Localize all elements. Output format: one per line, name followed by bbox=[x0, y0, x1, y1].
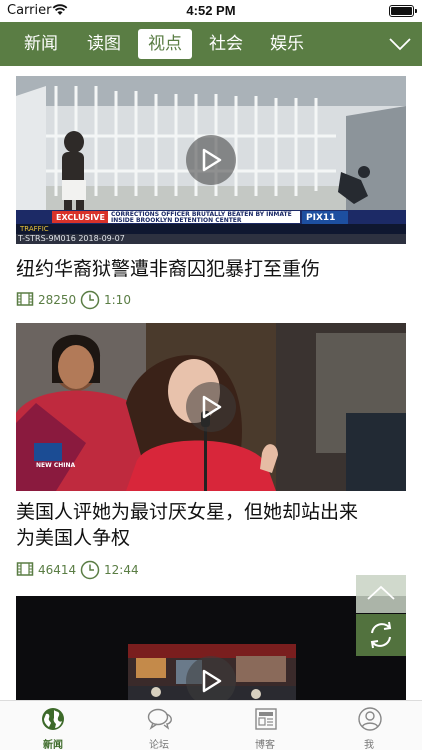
user-icon bbox=[358, 707, 382, 731]
play-icon bbox=[202, 395, 222, 419]
tab-bar-label: 新闻 bbox=[43, 740, 63, 750]
chevron-down-icon[interactable] bbox=[388, 34, 412, 54]
thumb-exclusive-label: EXCLUSIVE bbox=[56, 213, 105, 222]
tab-bar-label: 我 bbox=[364, 740, 374, 750]
tab-bar-label: 博客 bbox=[255, 740, 275, 750]
video-thumbnail[interactable]: EXCLUSIVE CORRECTIONS OFFICER BRUTALLY B… bbox=[16, 76, 406, 244]
tab-pictures[interactable]: 读图 bbox=[77, 29, 131, 59]
video-card[interactable]: NEW CHINA 美国人评她为最讨厌女星，但她却站出来 为美国人争权 4641… bbox=[16, 323, 406, 585]
thumb-channel-logo: PIX11 bbox=[306, 213, 336, 223]
refresh-button[interactable] bbox=[356, 614, 406, 656]
tab-society[interactable]: 社会 bbox=[199, 29, 253, 59]
video-meta: 28250 1:10 bbox=[16, 290, 176, 310]
tab-bar-blog[interactable]: 博客 bbox=[212, 701, 318, 750]
view-count: 46414 bbox=[38, 563, 77, 577]
status-time: 4:52 PM bbox=[186, 3, 236, 18]
thumb-timestamp: T-STRS-9M016 2018-09-07 bbox=[18, 234, 125, 243]
thumb-caption-line2: INSIDE BROOKLYN DETENTION CENTER bbox=[111, 217, 242, 224]
video-thumbnail[interactable] bbox=[16, 596, 406, 700]
clock-icon bbox=[80, 560, 100, 580]
play-button[interactable] bbox=[186, 382, 236, 432]
category-nav: 新闻 读图 视点 社会 娱乐 bbox=[0, 22, 422, 66]
tab-viewpoint[interactable]: 视点 bbox=[138, 29, 192, 59]
play-button[interactable] bbox=[186, 656, 236, 700]
refresh-icon bbox=[370, 621, 392, 649]
scroll-to-top-button[interactable] bbox=[356, 575, 406, 613]
battery-tip bbox=[415, 9, 417, 13]
video-meta: 46414 12:44 bbox=[16, 560, 176, 580]
globe-icon bbox=[42, 708, 64, 730]
play-icon bbox=[202, 148, 222, 172]
bottom-tab-bar: 新闻 论坛 博客 我 bbox=[0, 700, 422, 750]
video-duration: 1:10 bbox=[104, 293, 131, 307]
newspaper-icon bbox=[255, 708, 277, 730]
play-button[interactable] bbox=[186, 135, 236, 185]
video-card[interactable]: EXCLUSIVE CORRECTIONS OFFICER BRUTALLY B… bbox=[16, 76, 406, 312]
play-icon bbox=[202, 669, 222, 693]
film-icon bbox=[16, 292, 34, 306]
tab-bar-label: 论坛 bbox=[149, 740, 169, 750]
video-title[interactable]: 美国人评她为最讨厌女星，但她却站出来 为美国人争权 bbox=[16, 499, 406, 551]
video-card[interactable] bbox=[16, 596, 406, 700]
chat-bubbles-icon bbox=[147, 708, 172, 730]
battery-icon bbox=[389, 5, 414, 17]
video-title-line1: 美国人评她为最讨厌女星，但她却站出来 bbox=[16, 501, 359, 523]
tab-bar-me[interactable]: 我 bbox=[316, 701, 422, 750]
tab-news[interactable]: 新闻 bbox=[16, 29, 66, 59]
video-title-line2: 为美国人争权 bbox=[16, 527, 131, 549]
video-thumbnail[interactable]: NEW CHINA bbox=[16, 323, 406, 491]
thumb-channel-logo: NEW CHINA bbox=[36, 462, 76, 469]
film-icon bbox=[16, 562, 34, 576]
tab-bar-forum[interactable]: 论坛 bbox=[106, 701, 212, 750]
video-title[interactable]: 纽约华裔狱警遭非裔囚犯暴打至重伤 bbox=[16, 256, 406, 282]
status-bar: Carrier 4:52 PM bbox=[0, 0, 422, 22]
tab-bar-news[interactable]: 新闻 bbox=[0, 701, 106, 750]
clock-icon bbox=[80, 290, 100, 310]
view-count: 28250 bbox=[38, 293, 77, 307]
chevron-up-icon bbox=[367, 585, 395, 600]
video-duration: 12:44 bbox=[104, 563, 139, 577]
tab-entertainment[interactable]: 娱乐 bbox=[260, 29, 314, 59]
thumb-ticker-label: TRAFFIC bbox=[20, 225, 49, 233]
